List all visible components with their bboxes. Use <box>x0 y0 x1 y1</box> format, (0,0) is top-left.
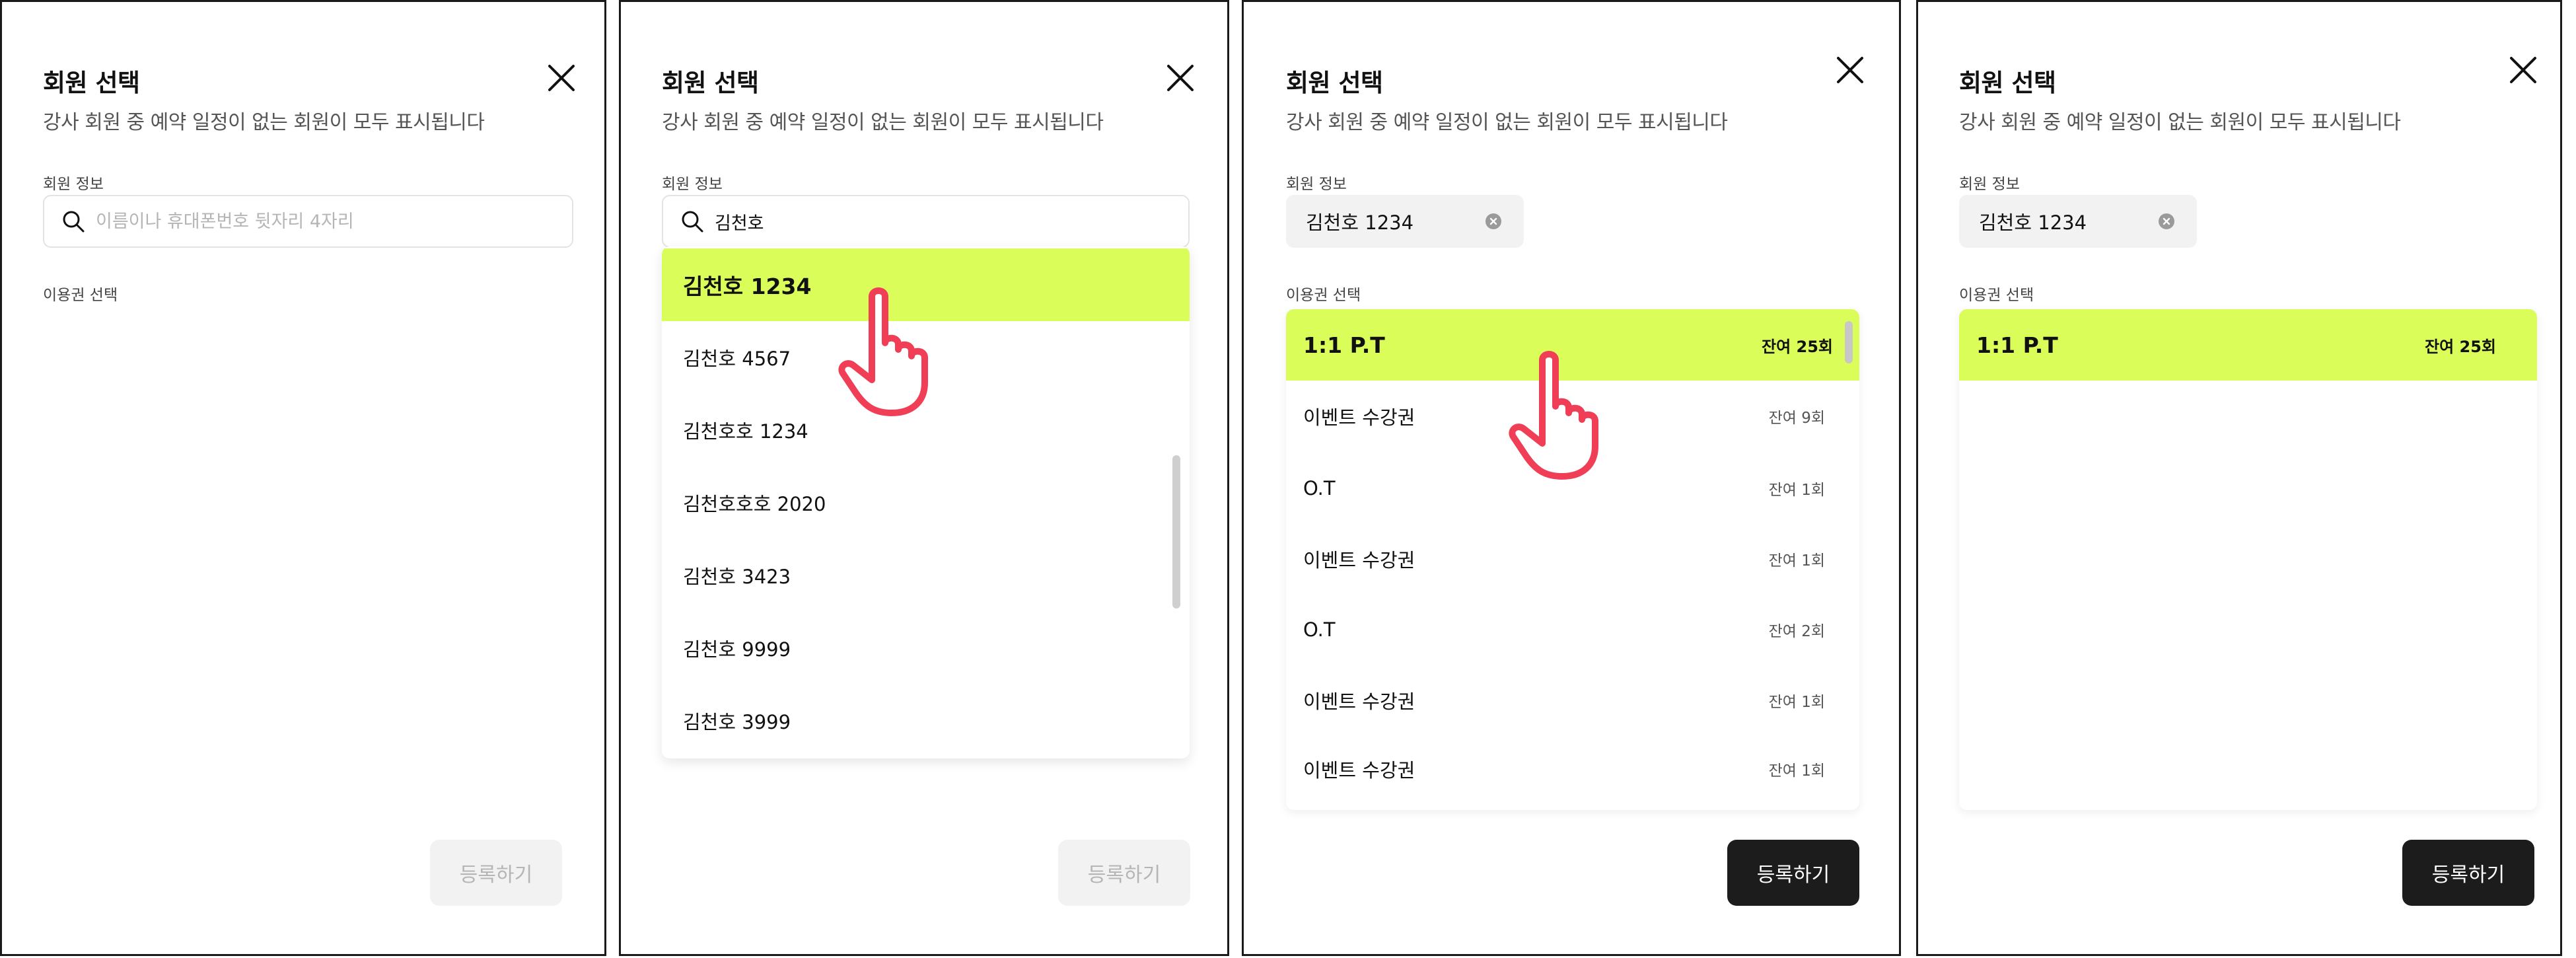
member-select-modal-complete: 회원 선택 강사 회원 중 예약 일정이 없는 회원이 모두 표시됩니다 회원 … <box>1916 0 2562 956</box>
ticket-select-label: 이용권 선택 <box>1959 287 2034 304</box>
ticket-remaining: 잔여 25회 <box>1762 337 1833 356</box>
submit-button[interactable]: 등록하기 <box>1058 840 1190 906</box>
modal-title: 회원 선택 <box>1959 69 2056 97</box>
ticket-row[interactable]: 1:1 P.T 잔여 25회 <box>1286 309 1859 381</box>
modal-subtitle: 강사 회원 중 예약 일정이 없는 회원이 모두 표시됩니다 <box>1286 111 1728 134</box>
search-result-item[interactable]: 김천호호 1234 <box>662 394 1190 466</box>
search-icon <box>61 209 85 233</box>
member-info-label: 회원 정보 <box>43 176 104 193</box>
member-select-modal-searching: 회원 선택 강사 회원 중 예약 일정이 없는 회원이 모두 표시됩니다 회원 … <box>619 0 1229 956</box>
ticket-name: 이벤트 수강권 <box>1303 759 1415 782</box>
submit-button[interactable]: 등록하기 <box>430 840 562 906</box>
close-icon <box>1167 65 1194 91</box>
modal-title: 회원 선택 <box>662 69 759 97</box>
close-button[interactable] <box>1165 63 1196 93</box>
close-icon <box>2510 57 2536 83</box>
modal-subtitle: 강사 회원 중 예약 일정이 없는 회원이 모두 표시됩니다 <box>43 111 485 134</box>
ticket-remaining: 잔여 1회 <box>1768 762 1825 780</box>
ticket-remaining: 잔여 9회 <box>1768 410 1825 427</box>
modal-subtitle: 강사 회원 중 예약 일정이 없는 회원이 모두 표시됩니다 <box>662 111 1104 134</box>
member-select-modal-tickets: 회원 선택 강사 회원 중 예약 일정이 없는 회원이 모두 표시됩니다 회원 … <box>1242 0 1901 956</box>
modal-title: 회원 선택 <box>1286 69 1383 97</box>
ticket-name: O.T <box>1303 477 1336 499</box>
clear-icon[interactable] <box>2159 213 2174 229</box>
ticket-row[interactable]: 이벤트 수강권 잔여 1회 <box>1286 525 1859 593</box>
ticket-name: 1:1 P.T <box>1303 332 1385 358</box>
ticket-remaining: 잔여 25회 <box>2425 337 2496 356</box>
ticket-row[interactable]: 이벤트 수강권 잔여 1회 <box>1286 666 1859 735</box>
search-icon <box>680 209 704 233</box>
search-result-item[interactable]: 김천호 1234 <box>662 248 1190 321</box>
ticket-name: O.T <box>1303 618 1336 641</box>
ticket-list-scrollbar[interactable] <box>1845 321 1853 363</box>
search-results-dropdown: 김천호 1234 김천호 4567 김천호호 1234 김천호호호 2020 김… <box>662 246 1190 758</box>
close-button[interactable] <box>1835 55 1865 85</box>
dropdown-scrollbar[interactable] <box>1172 455 1180 608</box>
search-result-item[interactable]: 김천호호호 2020 <box>662 466 1190 539</box>
ticket-remaining: 잔여 2회 <box>1768 623 1825 640</box>
search-input[interactable] <box>96 211 572 232</box>
member-info-label: 회원 정보 <box>662 176 723 193</box>
ticket-remaining: 잔여 1회 <box>1768 694 1825 711</box>
ticket-row[interactable]: O.T 잔여 1회 <box>1286 452 1859 525</box>
close-button[interactable] <box>2508 55 2538 85</box>
ticket-list: 1:1 P.T 잔여 25회 이벤트 수강권 잔여 9회 O.T 잔여 1회 이… <box>1286 309 1859 810</box>
search-result-item[interactable]: 김천호 3999 <box>662 684 1190 757</box>
ticket-row[interactable]: 1:1 P.T 잔여 25회 <box>1959 309 2537 381</box>
selected-member-name: 김천호 1234 <box>1306 211 1414 234</box>
submit-button[interactable]: 등록하기 <box>1727 840 1859 906</box>
selected-member-chip: 김천호 1234 <box>1959 195 2197 248</box>
submit-button[interactable]: 등록하기 <box>2402 840 2534 906</box>
ticket-remaining: 잔여 1회 <box>1768 552 1825 570</box>
ticket-row[interactable]: O.T 잔여 2회 <box>1286 593 1859 666</box>
close-icon <box>548 65 575 91</box>
ticket-name: 이벤트 수강권 <box>1303 690 1415 713</box>
search-result-item[interactable]: 김천호 4567 <box>662 321 1190 394</box>
ticket-list: 1:1 P.T 잔여 25회 <box>1959 309 2537 810</box>
ticket-row[interactable]: 이벤트 수강권 잔여 1회 <box>1286 735 1859 803</box>
ticket-select-label: 이용권 선택 <box>43 287 118 304</box>
ticket-select-label: 이용권 선택 <box>1286 287 1361 304</box>
modal-subtitle: 강사 회원 중 예약 일정이 없는 회원이 모두 표시됩니다 <box>1959 111 2401 134</box>
search-result-item[interactable]: 김천호 3423 <box>662 539 1190 612</box>
search-input[interactable] <box>715 211 1188 232</box>
ticket-name: 이벤트 수강권 <box>1303 406 1415 429</box>
ticket-row[interactable]: 이벤트 수강권 잔여 9회 <box>1286 381 1859 452</box>
member-info-label: 회원 정보 <box>1286 176 1347 193</box>
close-icon <box>1837 57 1863 83</box>
search-result-item[interactable]: 김천호 9999 <box>662 612 1190 684</box>
close-button[interactable] <box>546 63 577 93</box>
ticket-remaining: 잔여 1회 <box>1768 482 1825 499</box>
selected-member-name: 김천호 1234 <box>1979 211 2087 234</box>
clear-icon[interactable] <box>1485 213 1501 229</box>
member-search-box[interactable] <box>662 195 1190 248</box>
member-search-box[interactable] <box>43 195 573 248</box>
modal-title: 회원 선택 <box>43 69 140 97</box>
member-select-modal-empty: 회원 선택 강사 회원 중 예약 일정이 없는 회원이 모두 표시됩니다 회원 … <box>0 0 606 956</box>
ticket-name: 이벤트 수강권 <box>1303 549 1415 571</box>
member-info-label: 회원 정보 <box>1959 176 2020 193</box>
ticket-name: 1:1 P.T <box>1976 332 2058 358</box>
selected-member-chip: 김천호 1234 <box>1286 195 1524 248</box>
